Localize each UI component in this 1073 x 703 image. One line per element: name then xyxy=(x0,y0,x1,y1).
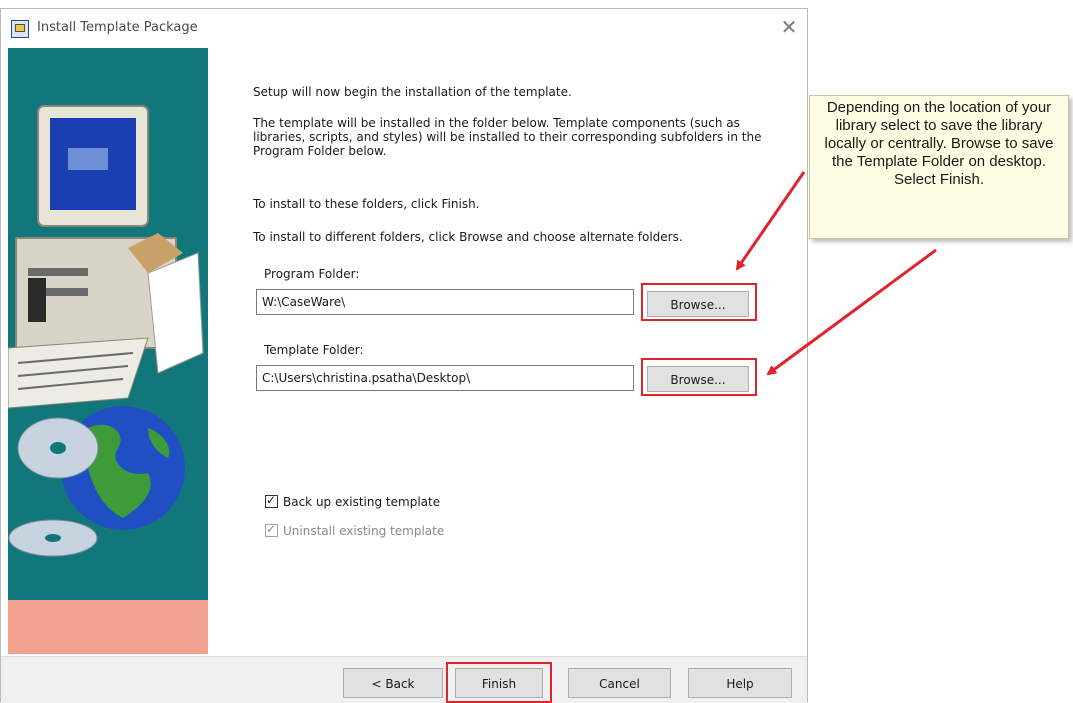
browse-hint-text: To install to different folders, click B… xyxy=(253,230,683,244)
back-button[interactable]: < Back xyxy=(343,668,443,698)
uninstall-checkbox-label: Uninstall existing template xyxy=(283,524,445,538)
checkmark-icon: ✓ xyxy=(266,493,277,507)
help-button[interactable]: Help xyxy=(688,668,792,698)
template-browse-highlight xyxy=(641,358,757,396)
installer-app-icon xyxy=(11,20,29,38)
cancel-button[interactable]: Cancel xyxy=(568,668,671,698)
backup-checkbox-box[interactable]: ✓ xyxy=(265,493,278,508)
uninstall-checkbox-box: ✓ xyxy=(265,522,278,537)
backup-checkbox-label: Back up existing template xyxy=(283,495,441,509)
uninstall-template-checkbox: ✓ Uninstall existing template xyxy=(265,522,445,538)
description-text: The template will be installed in the fo… xyxy=(253,116,762,158)
program-browse-highlight xyxy=(641,283,757,321)
template-folder-input[interactable]: C:\Users\christina.psatha\Desktop\ xyxy=(256,365,634,391)
annotation-callout: Depending on the location of your librar… xyxy=(809,95,1069,239)
finish-hint-text: To install to these folders, click Finis… xyxy=(253,197,480,211)
finish-highlight xyxy=(446,662,552,703)
window-title: Install Template Package xyxy=(37,20,198,35)
backup-template-checkbox[interactable]: ✓ Back up existing template xyxy=(265,493,441,509)
computer-globe-illustration xyxy=(8,105,204,557)
title-bar: Install Template Package ✕ xyxy=(1,9,807,47)
close-icon[interactable]: ✕ xyxy=(777,15,801,39)
side-graphic-panel xyxy=(8,48,208,654)
intro-text: Setup will now begin the installation of… xyxy=(253,85,572,99)
program-folder-label: Program Folder: xyxy=(264,267,360,281)
template-folder-label: Template Folder: xyxy=(264,343,364,357)
install-dialog: Install Template Package ✕ Setup will no… xyxy=(0,8,808,703)
side-panel-footer-band xyxy=(8,600,208,654)
checkmark-icon: ✓ xyxy=(266,522,277,536)
program-folder-input[interactable]: W:\CaseWare\ xyxy=(256,289,634,315)
